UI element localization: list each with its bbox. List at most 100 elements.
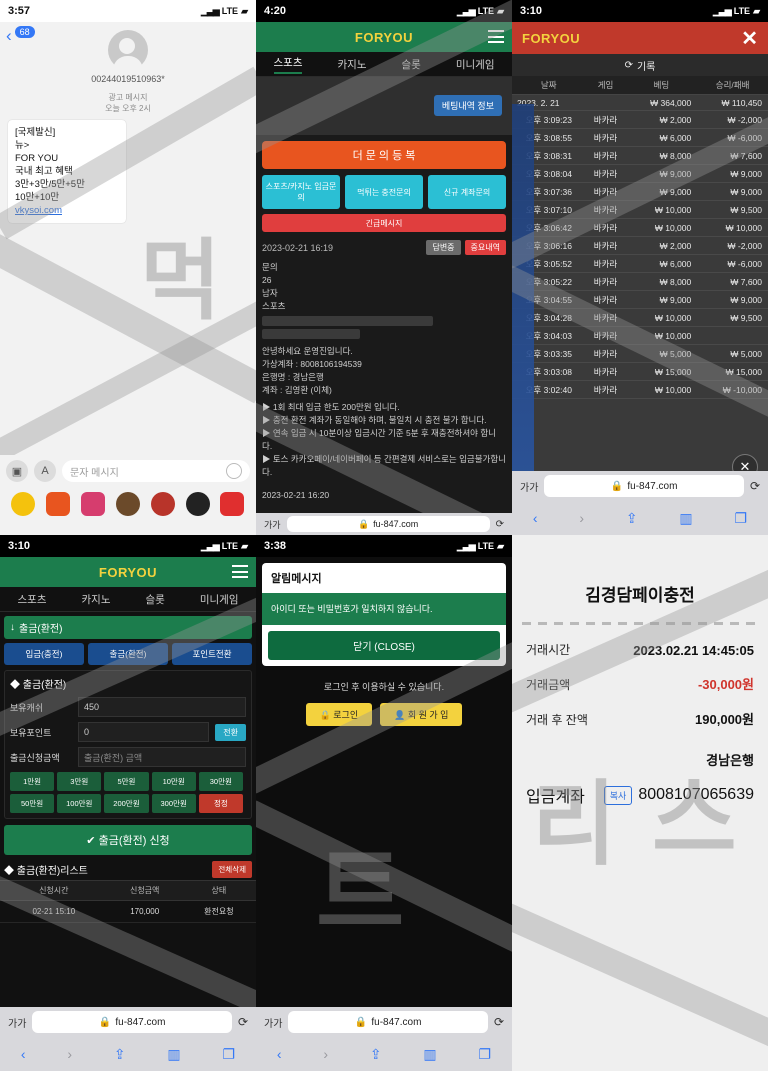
- nav-item-casino[interactable]: 카지노: [338, 57, 367, 72]
- nav-item-casino[interactable]: 카지노: [82, 592, 111, 607]
- nav-item-slot[interactable]: 슬롯: [146, 592, 165, 607]
- share-icon[interactable]: ⇪: [626, 510, 638, 527]
- bookmarks-icon[interactable]: ▥: [679, 510, 692, 527]
- camera-icon[interactable]: ▣: [6, 460, 28, 482]
- reload-icon[interactable]: ⟳: [238, 1015, 248, 1029]
- field-amount-input[interactable]: 출금(환전) 금액: [78, 747, 246, 767]
- back-icon[interactable]: ‹: [6, 26, 12, 46]
- quick-button-sports-deposit[interactable]: 스포츠/카지노 입금문의: [262, 175, 340, 209]
- apps-icon[interactable]: A: [34, 460, 56, 482]
- amount-1000000[interactable]: 100만원: [57, 794, 102, 813]
- app-icon-youtube[interactable]: [220, 492, 245, 516]
- signup-button[interactable]: 👤 회 원 가 입: [380, 703, 463, 726]
- phone-number: 00244019510963*: [91, 74, 165, 84]
- tab-point-convert[interactable]: 포인트전환: [172, 643, 252, 665]
- nav-item-minigame[interactable]: 미니게임: [200, 592, 239, 607]
- text-size-icon[interactable]: 가가: [8, 1015, 26, 1030]
- menu-icon[interactable]: [232, 565, 248, 578]
- amount-2000000[interactable]: 200만원: [104, 794, 149, 813]
- tabs-icon[interactable]: ❐: [478, 1046, 491, 1063]
- app-icon-4[interactable]: [115, 492, 140, 516]
- message-tags: 답변중 중요내역: [426, 240, 506, 255]
- copy-button[interactable]: 복사: [603, 785, 633, 805]
- message-link[interactable]: vkysoi.com: [15, 205, 62, 216]
- tabs-icon[interactable]: ❐: [734, 510, 747, 527]
- amount-10000[interactable]: 1만원: [10, 772, 55, 791]
- browser-url-bar[interactable]: 가가 🔒 fu-847.com ⟳: [256, 513, 512, 535]
- convert-button[interactable]: 전환: [215, 723, 246, 741]
- share-icon[interactable]: ⇪: [370, 1046, 382, 1063]
- browser-url-bar[interactable]: 가가 🔒 fu-847.com ⟳: [0, 1007, 256, 1037]
- brand-logo[interactable]: FORYOU: [99, 565, 157, 580]
- message-date-2: 2023-02-21 16:20: [262, 490, 330, 500]
- betting-info-button[interactable]: 베팅내역 정보: [433, 95, 502, 116]
- tabs-icon[interactable]: ❐: [222, 1046, 235, 1063]
- notice-button[interactable]: 더 문 의 등 복: [262, 141, 506, 169]
- delete-all-button[interactable]: 전체삭제: [212, 861, 252, 878]
- menu-icon[interactable]: [488, 30, 504, 43]
- message-input[interactable]: 문자 메시지: [62, 460, 250, 482]
- browser-url-bar[interactable]: 가가 🔒 fu-847.com ⟳: [512, 471, 768, 501]
- quick-button-charge[interactable]: 먹튀는 충전문의: [345, 175, 423, 209]
- amount-30000[interactable]: 3만원: [57, 772, 102, 791]
- receipt-balance-label: 거래 후 잔액: [526, 713, 588, 727]
- text-size-icon[interactable]: 가가: [520, 479, 538, 494]
- login-button[interactable]: 🔒 로그인: [305, 703, 373, 726]
- status-bar: 4:20 ▁▃▅ LTE ▰: [256, 0, 512, 22]
- reload-icon[interactable]: ⟳: [750, 479, 760, 493]
- amount-500000[interactable]: 50만원: [10, 794, 55, 813]
- nav-item-sports[interactable]: 스포츠: [273, 55, 303, 74]
- withdraw-list-title: ◆ 출금(환전)리스트: [4, 866, 88, 877]
- url-field[interactable]: 🔒 fu-847.com: [288, 1011, 488, 1033]
- text-size-icon[interactable]: 가가: [264, 518, 281, 531]
- amount-300000[interactable]: 30만원: [198, 772, 243, 791]
- row-result: ₩ 5,000: [697, 344, 768, 363]
- send-icon[interactable]: [226, 463, 242, 479]
- tab-withdraw[interactable]: 출금(환전): [88, 643, 168, 665]
- withdraw-apply-button[interactable]: ✔ 출금(환전) 신청: [4, 825, 252, 855]
- nav-item-minigame[interactable]: 미니게임: [456, 57, 495, 72]
- tab-deposit[interactable]: 입금(충전): [4, 643, 84, 665]
- forward-icon[interactable]: ›: [323, 1046, 328, 1062]
- url-field[interactable]: 🔒 fu-847.com: [286, 516, 490, 532]
- amount-50000[interactable]: 5만원: [104, 772, 149, 791]
- amount-100000[interactable]: 10만원: [151, 772, 196, 791]
- table-row: 오후 3:07:36 바카라 ₩ 9,000 ₩ 9,000: [512, 182, 768, 201]
- app-icon-3[interactable]: [81, 492, 106, 516]
- amount-reset[interactable]: 정정: [198, 794, 243, 813]
- forward-icon[interactable]: ›: [579, 510, 584, 526]
- bookmarks-icon[interactable]: ▥: [423, 1046, 436, 1063]
- login-required-text: 로그인 후 이용하실 수 있습니다.: [323, 682, 445, 692]
- row-time: 02-21 15:10: [0, 900, 108, 923]
- app-icon-2[interactable]: [46, 492, 71, 516]
- back-icon[interactable]: ‹: [277, 1046, 282, 1062]
- alert-close-button[interactable]: 닫기 (CLOSE): [268, 631, 500, 660]
- share-icon[interactable]: ⇪: [114, 1046, 126, 1063]
- brand-logo[interactable]: FORYOU: [522, 31, 580, 46]
- row-game: 바카라: [585, 308, 626, 327]
- nav-item-sports[interactable]: 스포츠: [18, 592, 47, 607]
- url-field[interactable]: 🔒 fu-847.com: [32, 1011, 232, 1033]
- row-bet: ₩ 6,000: [625, 254, 698, 273]
- status-time: 3:38: [264, 540, 287, 552]
- amount-3000000[interactable]: 300만원: [151, 794, 196, 813]
- text-size-icon[interactable]: 가가: [264, 1015, 282, 1030]
- reload-icon[interactable]: ⟳: [496, 519, 504, 530]
- nav-item-slot[interactable]: 슬롯: [402, 57, 421, 72]
- forward-icon[interactable]: ›: [67, 1046, 72, 1062]
- back-icon[interactable]: ‹: [533, 510, 538, 526]
- panel-bet-history: 3:10 ▁▃▅ LTE ▰ FORYOU ✕ ⟳ 기록 날짜 게임 베팅 승리…: [512, 0, 768, 535]
- signup-button-label: 회 원 가 입: [407, 710, 449, 720]
- brand-logo[interactable]: FORYOU: [355, 30, 413, 45]
- back-icon[interactable]: ‹: [21, 1046, 26, 1062]
- browser-url-bar[interactable]: 가가 🔒 fu-847.com ⟳: [256, 1007, 512, 1037]
- reload-icon[interactable]: ⟳: [494, 1015, 504, 1029]
- app-icon-6[interactable]: [185, 492, 210, 516]
- app-icon-1[interactable]: [11, 492, 36, 516]
- brand-for: FOR: [522, 30, 551, 46]
- url-field[interactable]: 🔒 fu-847.com: [544, 475, 744, 497]
- bookmarks-icon[interactable]: ▥: [167, 1046, 180, 1063]
- app-icon-5[interactable]: [150, 492, 175, 516]
- close-icon[interactable]: ✕: [741, 26, 758, 51]
- quick-button-account[interactable]: 신규 계좌문의: [428, 175, 506, 209]
